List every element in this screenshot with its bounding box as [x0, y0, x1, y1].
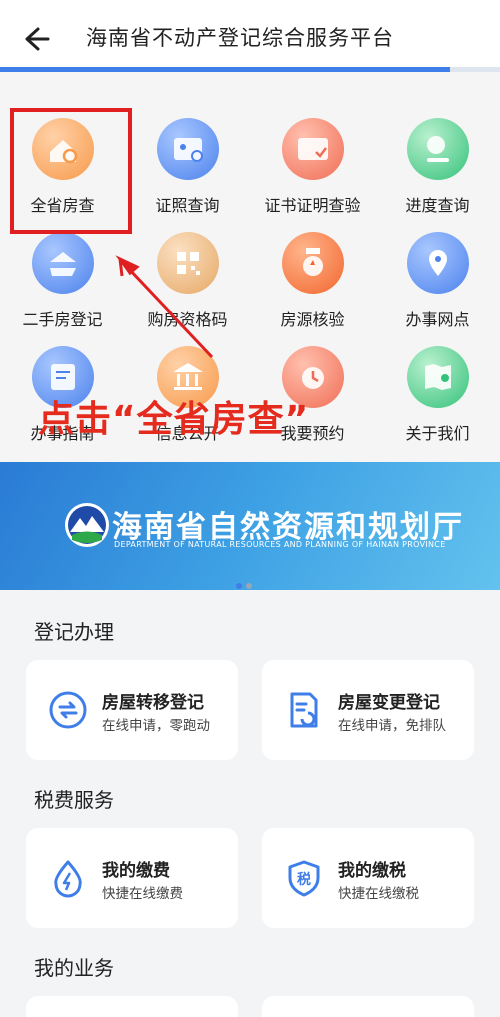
card-house-change[interactable]: 房屋变更登记 在线申请，免排队: [262, 660, 474, 760]
department-logo-icon: [65, 503, 109, 547]
section-title-tax: 税费服务: [34, 788, 114, 812]
house-hand-icon: [32, 232, 94, 294]
document-change-icon: [290, 692, 318, 728]
app-header: 海南省不动产登记综合服务平台: [0, 0, 500, 72]
certificate-check-icon: [282, 118, 344, 180]
card-house-transfer[interactable]: 房屋转移登记 在线申请，零跑动: [26, 660, 238, 760]
id-card-search-icon: [157, 118, 219, 180]
back-arrow-icon[interactable]: [18, 22, 52, 56]
card-title: 我的缴费: [102, 861, 170, 881]
grid-item-label: 关于我们: [405, 424, 470, 443]
carousel-dots[interactable]: [236, 574, 256, 590]
carousel-dot[interactable]: [246, 583, 252, 589]
section-title-business: 我的业务: [34, 956, 114, 980]
grid-item-label: 证照查询: [155, 196, 220, 215]
map-pin-icon: [407, 346, 469, 408]
grid-item-label: 二手房登记: [22, 310, 103, 329]
card-subtitle: 快捷在线缴税: [338, 886, 419, 902]
qr-code-icon: [157, 232, 219, 294]
banner-subtitle: DEPARTMENT OF NATURAL RESOURCES AND PLAN…: [114, 540, 446, 549]
card-title: 我的缴税: [338, 861, 406, 881]
page-title: 海南省不动产登记综合服务平台: [86, 26, 394, 50]
card-subtitle: 在线申请，免排队: [338, 718, 446, 734]
transfer-icon: [49, 691, 87, 729]
magnifier-icon: [407, 118, 469, 180]
grid-item-label: 证书证明查验: [264, 196, 361, 215]
banner[interactable]: 海南省自然资源和规划厅 DEPARTMENT OF NATURAL RESOUR…: [0, 462, 500, 590]
grid-item-label: 房源核验: [280, 310, 345, 329]
carousel-dot-active[interactable]: [236, 583, 242, 589]
grid-item-label: 进度查询: [405, 196, 470, 215]
badge-icon: [282, 232, 344, 294]
section-title-registration: 登记办理: [34, 620, 114, 644]
payment-drop-icon: [54, 860, 82, 898]
card-subtitle: 在线申请，零跑动: [102, 718, 210, 734]
grid-item-label: 办事网点: [405, 310, 470, 329]
svg-text:税: 税: [297, 871, 311, 888]
card-title: 房屋变更登记: [338, 693, 440, 713]
grid-item-label: 购房资格码: [147, 310, 228, 329]
highlight-box: [10, 108, 132, 234]
card-my-tax[interactable]: 税 我的缴税 快捷在线缴税: [262, 828, 474, 928]
card-my-payment[interactable]: 我的缴费 快捷在线缴费: [26, 828, 238, 928]
tutorial-annotation: 点击“全省房查”: [38, 399, 310, 440]
card-business-1[interactable]: [26, 996, 238, 1017]
card-business-2[interactable]: [262, 996, 474, 1017]
tax-shield-icon: 税: [288, 860, 320, 897]
card-title: 房屋转移登记: [102, 693, 204, 713]
card-subtitle: 快捷在线缴费: [102, 886, 183, 902]
location-pin-icon: [407, 232, 469, 294]
